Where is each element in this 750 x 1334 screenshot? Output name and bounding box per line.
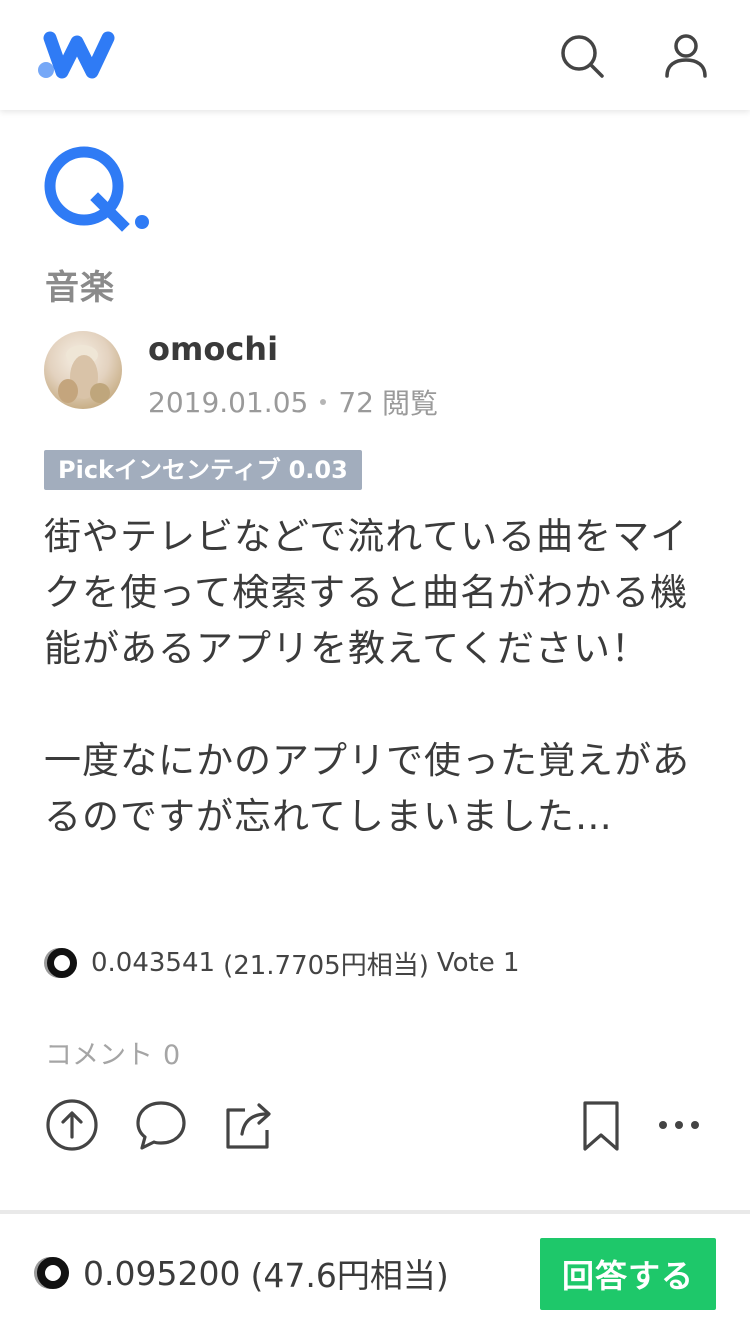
coin-icon: [47, 948, 77, 978]
post-date: 2019.01.05: [148, 385, 309, 419]
user-icon: [665, 34, 707, 78]
comment-label: コメント: [45, 1040, 153, 1071]
pick-incentive-badge: Pickインセンティブ 0.03: [44, 450, 362, 490]
upvote-icon: [46, 1099, 98, 1151]
share-icon: [226, 1103, 271, 1149]
total-yen: (47.6円相当): [250, 1256, 449, 1295]
search-icon: [561, 35, 604, 78]
avatar[interactable]: [44, 331, 122, 409]
answer-footer: 0.095200 (47.6円相当) 回答する: [0, 1214, 750, 1334]
total-amount: 0.095200: [83, 1253, 241, 1293]
more-button[interactable]: [650, 1096, 708, 1154]
post-meta: 2019.01.05 72 閲覧: [148, 382, 438, 422]
reward-amount: 0.043541: [91, 948, 216, 978]
coin-icon: [37, 1257, 69, 1289]
reward-yen: (21.7705円相当): [223, 950, 429, 981]
badge-label: Pickインセンティブ: [58, 456, 281, 484]
views-label: 閲覧: [381, 387, 438, 420]
bookmark-button[interactable]: [572, 1096, 630, 1154]
comment-count-link[interactable]: コメント 0: [45, 1033, 180, 1072]
total-reward: 0.095200 (47.6円相当): [34, 1250, 449, 1296]
author-name[interactable]: omochi: [148, 330, 278, 368]
view-count: 72: [338, 385, 374, 419]
share-button[interactable]: [220, 1096, 278, 1154]
comment-button[interactable]: [132, 1096, 190, 1154]
separator-dot: [320, 399, 327, 405]
bookmark-icon: [583, 1101, 619, 1151]
category-label[interactable]: 音楽: [45, 260, 115, 309]
answer-button[interactable]: 回答する: [540, 1238, 716, 1310]
vote-count: Vote 1: [436, 948, 520, 978]
comment-icon: [136, 1101, 186, 1150]
w-logo-icon[interactable]: [36, 30, 118, 80]
app-header: [0, 0, 750, 110]
reward-summary: 0.043541 (21.7705円相当) Vote 1: [44, 943, 520, 983]
vote-button[interactable]: [43, 1096, 101, 1154]
question-paragraph: 一度なにかのアプリで使った覚えがあるのですが忘れてしまいました…: [44, 739, 690, 838]
question-body: 街やテレビなどで流れている曲をマイクを使って検索すると曲名がわかる機能があるアプ…: [44, 509, 706, 845]
q-mark-icon: [42, 144, 154, 232]
search-button[interactable]: [554, 28, 610, 84]
question-paragraph: 街やテレビなどで流れている曲をマイクを使って検索すると曲名がわかる機能があるアプ…: [44, 515, 689, 670]
comment-number: 0: [163, 1040, 181, 1071]
user-profile-button[interactable]: [658, 28, 714, 84]
badge-amount: 0.03: [288, 456, 348, 484]
more-icon: [659, 1121, 699, 1129]
